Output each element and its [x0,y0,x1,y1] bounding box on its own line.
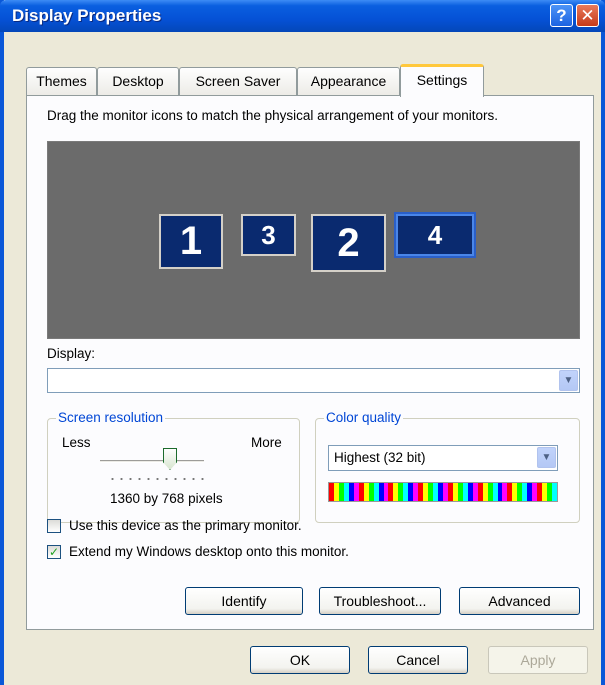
color-quality-group: Color quality Highest (32 bit) ▼ [315,410,580,523]
window-title: Display Properties [12,6,162,25]
color-spectrum-bar [328,482,558,502]
resolution-value: 1360 by 768 pixels [110,491,223,506]
color-quality-value: Highest (32 bit) [334,450,426,465]
screen-resolution-title: Screen resolution [56,410,166,425]
monitor-arrangement-area[interactable]: 1 3 2 4 [47,141,580,339]
tab-screen-saver[interactable]: Screen Saver [179,67,297,96]
tab-desktop[interactable]: Desktop [97,67,179,96]
cancel-button[interactable]: Cancel [368,646,468,674]
title-bar[interactable]: Display Properties ? ✕ [0,0,605,32]
instruction-text: Drag the monitor icons to match the phys… [47,108,498,123]
resolution-more-label: More [251,435,282,450]
display-label: Display: [47,346,96,361]
screen-resolution-group: Screen resolution Less More 1360 by 768 … [47,410,300,523]
extend-desktop-label[interactable]: Extend my Windows desktop onto this moni… [69,544,349,559]
chevron-down-icon[interactable]: ▼ [537,447,556,468]
resolution-slider-track[interactable] [100,460,204,463]
close-button[interactable]: ✕ [576,4,599,27]
monitor-2-icon[interactable]: 2 [311,214,386,272]
monitor-4-icon[interactable]: 4 [396,214,474,256]
troubleshoot-button[interactable]: Troubleshoot... [319,587,441,615]
monitor-1-icon[interactable]: 1 [159,214,223,269]
primary-monitor-checkbox[interactable] [47,519,61,533]
tab-settings[interactable]: Settings [400,64,484,97]
tab-appearance[interactable]: Appearance [297,67,400,96]
extend-desktop-checkbox[interactable]: ✓ [47,545,61,559]
chevron-down-icon[interactable]: ▼ [559,370,578,391]
color-quality-title: Color quality [324,410,404,425]
slider-ticks [108,477,206,481]
color-quality-dropdown[interactable]: Highest (32 bit) ▼ [328,445,558,471]
display-dropdown[interactable]: ▼ [47,368,580,393]
advanced-button[interactable]: Advanced [459,587,580,615]
tab-themes[interactable]: Themes [26,67,97,96]
display-properties-window: Display Properties ? ✕ Themes Desktop Sc… [0,0,605,685]
help-button[interactable]: ? [550,4,573,27]
resolution-slider-thumb[interactable] [163,448,177,470]
settings-panel: Drag the monitor icons to match the phys… [26,95,594,630]
identify-button[interactable]: Identify [185,587,303,615]
resolution-less-label: Less [62,435,91,450]
monitor-3-icon[interactable]: 3 [241,214,296,256]
primary-monitor-label[interactable]: Use this device as the primary monitor. [69,518,302,533]
apply-button: Apply [488,646,588,674]
ok-button[interactable]: OK [250,646,350,674]
color-spectrum-stripe [552,483,558,501]
